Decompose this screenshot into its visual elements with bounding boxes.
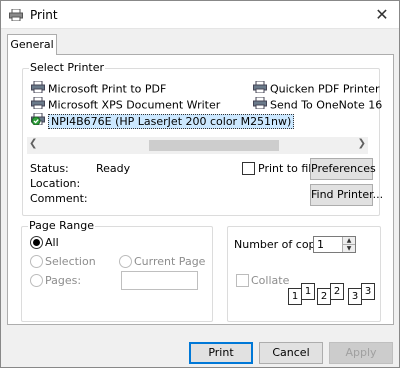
pages-input[interactable]	[121, 271, 198, 290]
printer-label: Send To OneNote 16	[270, 98, 383, 112]
scrollbar-thumb[interactable]	[149, 140, 279, 151]
selection-radio[interactable]	[30, 255, 43, 268]
collate-checkbox[interactable]	[236, 274, 249, 287]
collate-page: 1	[301, 283, 315, 300]
apply-button[interactable]: Apply	[329, 342, 393, 364]
all-pages-radio[interactable]	[30, 236, 43, 249]
collate-page: 2	[330, 283, 344, 300]
status-label: Status:	[30, 162, 69, 175]
printer-icon	[253, 80, 267, 98]
collate-page: 3	[361, 283, 375, 300]
page-range-title: Page Range	[28, 219, 95, 232]
printer-item-selected[interactable]: NPI4B676E (HP LaserJet 200 color M251nw)	[31, 112, 295, 130]
select-printer-title: Select Printer	[29, 61, 106, 74]
printer-item[interactable]: Microsoft XPS Document Writer	[31, 96, 221, 114]
copies-spinner[interactable]: 1 ▲ ▼	[313, 236, 356, 253]
pages-radio[interactable]	[30, 274, 43, 287]
collate-page: 1	[288, 288, 302, 305]
print-button[interactable]: Print	[189, 342, 253, 364]
collate-illustration: 1 1 2 2 3 3	[288, 280, 376, 310]
printer-icon	[9, 8, 23, 24]
all-pages-label[interactable]: All	[45, 236, 59, 249]
printer-item[interactable]: Send To OneNote 16	[253, 96, 383, 114]
printer-label: Microsoft XPS Document Writer	[48, 98, 221, 112]
location-label: Location:	[30, 177, 81, 190]
scroll-left-icon[interactable]: ❮	[29, 138, 37, 149]
current-page-radio[interactable]	[119, 255, 132, 268]
pages-label[interactable]: Pages:	[45, 274, 81, 287]
printer-icon	[31, 80, 45, 98]
printer-icon	[31, 96, 45, 114]
scroll-right-icon[interactable]: ❯	[358, 138, 366, 149]
printer-item[interactable]: Microsoft Print to PDF	[31, 80, 167, 98]
window-title: Print	[30, 8, 58, 22]
default-printer-icon	[31, 112, 45, 130]
collate-label[interactable]: Collate	[251, 274, 289, 287]
printer-list-scrollbar[interactable]: ❮ ❯	[27, 137, 368, 154]
print-to-file-checkbox[interactable]	[242, 162, 255, 175]
printer-label: NPI4B676E (HP LaserJet 200 color M251nw)	[48, 113, 295, 129]
status-value: Ready	[96, 162, 131, 175]
close-icon[interactable]: ✕	[373, 5, 391, 24]
print-dialog: Print ✕ General Select Printer Microsoft…	[0, 0, 400, 368]
current-page-label[interactable]: Current Page	[134, 255, 205, 268]
comment-label: Comment:	[30, 192, 88, 205]
tab-general[interactable]: General	[7, 34, 57, 55]
printer-label: Microsoft Print to PDF	[48, 82, 167, 96]
printer-icon	[253, 96, 267, 114]
cancel-button[interactable]: Cancel	[259, 342, 323, 364]
title-bar: Print ✕	[1, 1, 399, 29]
selection-label[interactable]: Selection	[45, 255, 96, 268]
copies-value[interactable]: 1	[317, 238, 324, 251]
printer-item[interactable]: Quicken PDF Printer	[253, 80, 380, 98]
printer-label: Quicken PDF Printer	[270, 82, 380, 96]
preferences-button[interactable]: Preferences	[310, 158, 376, 180]
collate-page: 3	[348, 288, 362, 305]
spin-down-icon[interactable]: ▼	[342, 244, 355, 252]
collate-page: 2	[317, 288, 331, 305]
find-printer-button[interactable]: Find Printer...	[310, 184, 383, 206]
